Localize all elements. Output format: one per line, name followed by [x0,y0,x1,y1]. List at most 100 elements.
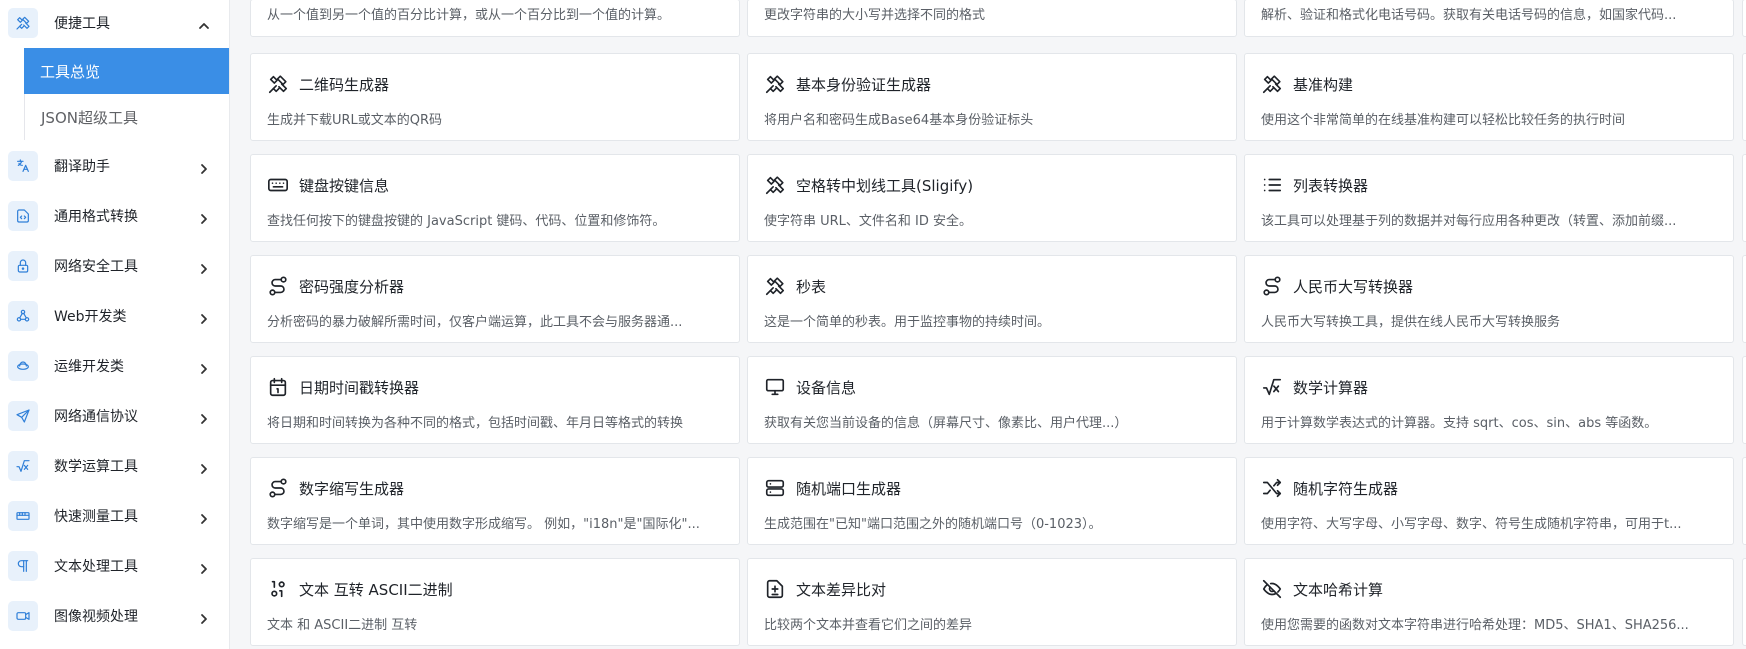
server-icon [764,477,786,499]
sidebar-group-format-convert[interactable]: 通用格式转换 [0,191,229,241]
ruler-icon [8,501,38,531]
tool-card-description: 比较两个文本并查看它们之间的差异 [764,618,973,633]
tool-card-random-string[interactable]: 随机字符生成器 使用字符、大写字母、小写字母、数字、符号生成随机字符串，可用于t… [1244,457,1734,545]
video-icon [8,601,38,631]
tool-card-list-converter[interactable]: 列表转换器 该工具可以处理基于列的数据并对每行应用各种更改（转置、添加前缀... [1244,154,1734,242]
tools-icon [8,8,38,38]
tool-card-stopwatch[interactable]: 秒表 这是一个简单的秒表。用于监控事物的持续时间。 [747,255,1237,343]
sidebar-group-image-video[interactable]: 图像视频处理 [0,591,229,641]
tool-card-description: 获取有关您当前设备的信息（屏幕尺寸、像素比、用户代理...） [764,416,1128,431]
app: 便捷工具 工具总览 JSON超级工具 翻译助手 通用格式转换 网络安全工具 We… [0,0,1746,649]
chevron-right-icon [198,210,210,224]
tool-card-qrcode[interactable]: 二维码生成器 生成并下载URL或文本的QR码 [250,53,740,141]
tool-card-password-strength[interactable]: 密码强度分析器 分析密码的暴力破解所需时间，仅客户端运算，此工具不会与服务器通.… [250,255,740,343]
tool-card-basic-auth[interactable]: 基本身份验证生成器 将用户名和密码生成Base64基本身份验证标头 [747,53,1237,141]
tool-card-slugify[interactable]: 空格转中划线工具(Sligify) 使字符串 URL、文件名和 ID 安全。 [747,154,1237,242]
sidebar-group-web-dev[interactable]: Web开发类 [0,291,229,341]
tool-card-title: 文本差异比对 [796,581,887,599]
tool-card-title: 键盘按键信息 [299,177,390,195]
sidebar-item-label: 工具总览 [40,62,101,81]
translate-icon [8,151,38,181]
sqrt-icon [1261,376,1283,398]
tool-card-hash-text[interactable]: 文本哈希计算 使用您需要的函数对文本字符串进行哈希处理：MD5、SHA1、SHA… [1244,558,1734,646]
devops-icon [8,351,38,381]
tool-card-partial[interactable] [1742,558,1746,646]
tools-icon [764,275,786,297]
tool-card-description: 查找任何按下的键盘按键的 JavaScript 键码、代码、位置和修饰符。 [267,214,666,229]
chevron-right-icon [198,460,210,474]
calendar-icon [267,376,289,398]
tool-card-title: 文本 互转 ASCII二进制 [299,581,453,599]
chevron-right-icon [198,260,210,274]
lock-icon [8,251,38,281]
sidebar-group-network-security[interactable]: 网络安全工具 [0,241,229,291]
tool-card-description: 人民币大写转换工具，提供在线人民币大写转换服务 [1261,315,1561,330]
tool-card-description: 将用户名和密码生成Base64基本身份验证标头 [764,113,1034,128]
tool-card-description: 分析密码的暴力破解所需时间，仅客户端运算，此工具不会与服务器通... [267,315,683,330]
tool-card-partial[interactable] [1742,255,1746,343]
tool-card-title: 随机字符生成器 [1293,480,1399,498]
sidebar-item-json-tools[interactable]: JSON超级工具 [24,94,229,140]
tool-card-numeronym[interactable]: 数字缩写生成器 数字缩写是一个单词，其中使用数字形成缩写。 例如，"i18n"是… [250,457,740,545]
sidebar-group-translate[interactable]: 翻译助手 [0,141,229,191]
tool-card-description: 数字缩写是一个单词，其中使用数字形成缩写。 例如，"i18n"是"国际化"... [267,517,700,532]
tool-card-partial[interactable] [1742,457,1746,545]
tool-card-text-binary[interactable]: 文本 互转 ASCII二进制 文本 和 ASCII二进制 互转 [250,558,740,646]
tool-card-partial[interactable] [1742,53,1746,141]
tool-card-math-evaluator[interactable]: 数学计算器 用于计算数学表达式的计算器。支持 sqrt、cos、sin、abs … [1244,356,1734,444]
tool-card-timestamp[interactable]: 日期时间戳转换器 将日期和时间转换为各种不同的格式，包括时间戳、年月日等格式的转… [250,356,740,444]
tool-card-description: 该工具可以处理基于列的数据并对每行应用各种更改（转置、添加前缀... [1261,214,1677,229]
route-icon [267,275,289,297]
tools-icon [267,73,289,95]
sidebar-group-label: 网络通信协议 [54,409,138,425]
sidebar-item-tools-overview[interactable]: 工具总览 [24,48,229,94]
sidebar-group-label: 文本处理工具 [54,559,138,575]
tool-card-rmb-uppercase[interactable]: 人民币大写转换器 人民币大写转换工具，提供在线人民币大写转换服务 [1244,255,1734,343]
sidebar-group-convenience-tools[interactable]: 便捷工具 [0,0,229,48]
binary-icon [267,578,289,600]
tool-card[interactable]: 更改字符串的大小写并选择不同的格式 [747,0,1237,37]
sidebar-group-devops[interactable]: 运维开发类 [0,341,229,391]
sidebar-group-math-tools[interactable]: 数学运算工具 [0,441,229,491]
sidebar-group-network-protocols[interactable]: 网络通信协议 [0,391,229,441]
tool-card-title: 基准构建 [1293,76,1354,94]
tool-card-partial[interactable] [1742,356,1746,444]
tool-card-description: 生成并下载URL或文本的QR码 [267,113,443,128]
sidebar-group-label: 快速测量工具 [54,509,138,525]
sidebar-group-label: 翻译助手 [54,159,110,175]
tool-card-description: 文本 和 ASCII二进制 互转 [267,618,418,633]
tool-card-title: 空格转中划线工具(Sligify) [796,177,974,195]
tool-card-description: 用于计算数学表达式的计算器。支持 sqrt、cos、sin、abs 等函数。 [1261,416,1658,431]
sidebar-item-label: JSON超级工具 [41,108,138,127]
tool-card-text-diff[interactable]: 文本差异比对 比较两个文本并查看它们之间的差异 [747,558,1237,646]
webhook-icon [8,301,38,331]
tool-card-title: 日期时间戳转换器 [299,379,420,397]
keyboard-icon [267,174,289,196]
sidebar: 便捷工具 工具总览 JSON超级工具 翻译助手 通用格式转换 网络安全工具 We… [0,0,230,649]
tool-card-description: 使用这个非常简单的在线基准构建可以轻松比较任务的执行时间 [1261,113,1626,128]
sidebar-group-measure-tools[interactable]: 快速测量工具 [0,491,229,541]
sidebar-group-label: 通用格式转换 [54,209,138,225]
tool-card[interactable]: 解析、验证和格式化电话号码。获取有关电话号码的信息，如国家代码... [1244,0,1734,37]
tool-card-title: 设备信息 [796,379,857,397]
tool-card-title: 列表转换器 [1293,177,1369,195]
chevron-right-icon [198,510,210,524]
route-icon [1261,275,1283,297]
sidebar-group-label: 便捷工具 [54,16,110,32]
tool-card-keycode[interactable]: 键盘按键信息 查找任何按下的键盘按键的 JavaScript 键码、代码、位置和… [250,154,740,242]
tool-card[interactable]: 从一个值到另一个值的百分比计算，或从一个百分比到一个值的计算。 [250,0,740,37]
chevron-up-icon [198,17,210,29]
file-convert-icon [8,201,38,231]
tool-card-partial[interactable] [1742,0,1746,37]
pilcrow-icon [8,551,38,581]
tool-card-random-port[interactable]: 随机端口生成器 生成范围在"已知"端口范围之外的随机端口号（0-1023）。 [747,457,1237,545]
tool-card-title: 文本哈希计算 [1293,581,1384,599]
tool-card-device-info[interactable]: 设备信息 获取有关您当前设备的信息（屏幕尺寸、像素比、用户代理...） [747,356,1237,444]
route-icon [267,477,289,499]
sidebar-group-text-tools[interactable]: 文本处理工具 [0,541,229,591]
tool-card-description: 使用您需要的函数对文本字符串进行哈希处理：MD5、SHA1、SHA256... [1261,618,1689,633]
tool-card-partial[interactable] [1742,154,1746,242]
tool-card-benchmark[interactable]: 基准构建 使用这个非常简单的在线基准构建可以轻松比较任务的执行时间 [1244,53,1734,141]
tool-card-title: 人民币大写转换器 [1293,278,1414,296]
monitor-icon [764,376,786,398]
